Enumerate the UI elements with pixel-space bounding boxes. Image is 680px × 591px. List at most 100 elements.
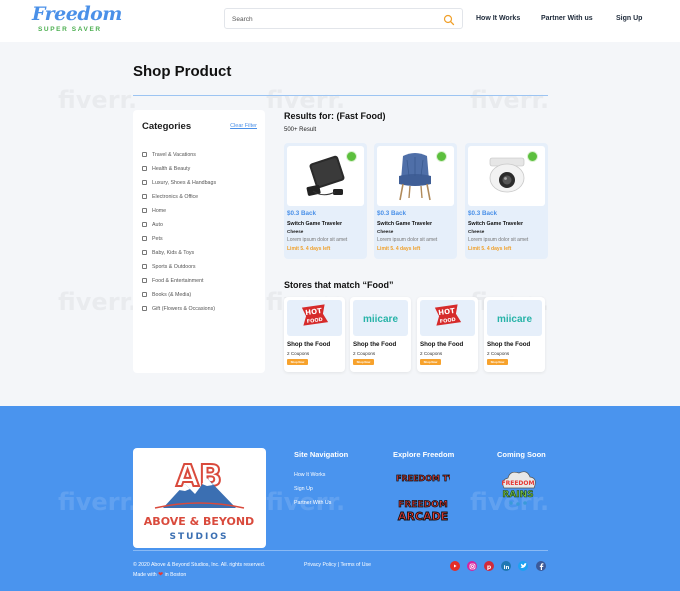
category-checkbox[interactable]	[142, 222, 147, 228]
store-logo-text: miicare	[363, 314, 398, 325]
footer-link-partner[interactable]: Partner With Us	[294, 500, 331, 506]
coming-soon-title: Coming Soon	[497, 450, 546, 459]
pinterest-icon[interactable]: p	[484, 561, 494, 571]
miicare-logo: miicare	[487, 300, 542, 336]
category-item[interactable]: Health & Beauty	[142, 160, 191, 172]
product-card[interactable]: $0.3 Back Switch Game Traveler Cheese Lo…	[465, 143, 548, 259]
search-icon[interactable]	[443, 13, 455, 26]
product-subtitle: Cheese	[287, 229, 304, 234]
category-item[interactable]: Gift (Flowers & Occasions)	[142, 300, 215, 312]
shop-now-button[interactable]: Shop Now	[487, 359, 508, 365]
category-label: Health & Beauty	[152, 165, 191, 172]
store-card[interactable]: miicare Shop the Food 2 Coupons Shop Now	[484, 297, 545, 372]
cashback-badge-icon	[436, 151, 447, 162]
watermark: fiverr.	[58, 86, 137, 114]
shop-now-button[interactable]: Shop Now	[353, 359, 374, 365]
store-card[interactable]: HOT FOOD Shop the Food 2 Coupons Shop No…	[284, 297, 345, 372]
category-label: Auto	[152, 221, 163, 228]
category-checkbox[interactable]	[142, 236, 147, 242]
store-name: Shop the Food	[487, 341, 531, 348]
category-label: Books (& Media)	[152, 291, 192, 298]
watermark: fiverr.	[266, 86, 345, 114]
nav-how-it-works[interactable]: How It Works	[476, 15, 520, 22]
category-checkbox[interactable]	[142, 180, 147, 186]
shop-now-button[interactable]: Shop Now	[287, 359, 308, 365]
category-item[interactable]: Books (& Media)	[142, 286, 192, 298]
search-input[interactable]	[232, 14, 432, 24]
category-item[interactable]: Food & Entertainment	[142, 272, 204, 284]
store-coupons: 2 Coupons	[420, 351, 443, 356]
product-card[interactable]: $0.3 Back Switch Game Traveler Cheese Lo…	[284, 143, 367, 259]
youtube-icon[interactable]	[450, 561, 460, 571]
privacy-policy-link[interactable]: Privacy Policy	[304, 562, 336, 568]
product-limit: Limit 5. 4 days left	[468, 246, 512, 252]
category-item[interactable]: Auto	[142, 216, 163, 228]
twitter-icon[interactable]	[518, 561, 528, 571]
category-item[interactable]: Pets	[142, 230, 163, 242]
product-cashback: $0.3 Back	[377, 210, 407, 217]
category-checkbox[interactable]	[142, 250, 147, 256]
store-name: Shop the Food	[287, 341, 331, 348]
explore-freedom-title: Explore Freedom	[393, 450, 455, 459]
product-subtitle: Cheese	[377, 229, 394, 234]
category-checkbox[interactable]	[142, 278, 147, 284]
terms-of-use-link[interactable]: Terms of Use	[340, 562, 371, 568]
categories-title: Categories	[142, 121, 192, 132]
watermark: fiverr.	[58, 488, 138, 516]
category-label: Home	[152, 207, 167, 214]
clear-filter-link[interactable]: Clear Filter	[230, 123, 257, 129]
facebook-icon[interactable]	[536, 561, 546, 571]
category-checkbox[interactable]	[142, 194, 147, 200]
category-item[interactable]: Electronics & Office	[142, 188, 198, 200]
store-card[interactable]: miicare Shop the Food 2 Coupons Shop Now	[350, 297, 411, 372]
nav-partner-with-us[interactable]: Partner With us	[541, 15, 593, 22]
product-description: Lorem ipsum dolor sit amet	[468, 237, 529, 243]
brand-line-2: STUDIOS	[170, 532, 229, 542]
brand-line-1: ABOVE & BEYOND	[144, 515, 254, 528]
category-item[interactable]: Travel & Vacations	[142, 146, 196, 158]
watermark: fiverr.	[58, 288, 137, 316]
search-box	[224, 8, 463, 29]
stores-title: Stores that match “Food”	[284, 280, 394, 290]
product-cashback: $0.3 Back	[468, 210, 498, 217]
linkedin-icon[interactable]: in	[501, 561, 511, 571]
freedom-arcade-logo[interactable]: FREEDOM ARCADE	[394, 496, 452, 529]
category-item[interactable]: Home	[142, 202, 167, 214]
category-checkbox[interactable]	[142, 152, 147, 158]
footer-divider	[133, 550, 548, 551]
footer-link-sign-up[interactable]: Sign Up	[294, 486, 313, 492]
category-label: Sports & Outdoors	[152, 263, 196, 270]
category-checkbox[interactable]	[142, 264, 147, 270]
category-checkbox[interactable]	[142, 292, 147, 298]
page-title: Shop Product	[133, 63, 232, 80]
product-name: Switch Game Traveler	[468, 221, 524, 227]
nav-sign-up[interactable]: Sign Up	[616, 15, 642, 22]
product-name: Switch Game Traveler	[377, 221, 433, 227]
logo-subtitle: SUPER SAVER	[38, 26, 102, 33]
made-with-text: Made with ❤ in Boston	[133, 571, 186, 578]
category-checkbox[interactable]	[142, 208, 147, 214]
category-item[interactable]: Sports & Outdoors	[142, 258, 196, 270]
freedom-tv-text: FREEDOM TV	[396, 474, 450, 483]
freedom-logo[interactable]: Freedom SUPER SAVER	[32, 5, 122, 34]
category-label: Luxury, Shoes & Handbags	[152, 179, 217, 186]
product-image	[377, 146, 454, 206]
cashback-badge-icon	[527, 151, 538, 162]
copyright-text: © 2020 Above & Beyond Studios, Inc. All.…	[133, 562, 266, 568]
shop-now-button[interactable]: Shop Now	[420, 359, 441, 365]
instagram-icon[interactable]	[467, 561, 477, 571]
freedom-tv-logo[interactable]: FREEDOM TV	[394, 470, 456, 489]
category-item[interactable]: Baby, Kids & Toys	[142, 244, 194, 256]
watermark: fiverr.	[470, 86, 549, 114]
category-item[interactable]: Luxury, Shoes & Handbags	[142, 174, 217, 186]
footer-link-how-it-works[interactable]: How It Works	[294, 472, 325, 478]
freedom-rains-logo[interactable]: FREEDOM RAINS	[496, 468, 540, 513]
category-checkbox[interactable]	[142, 166, 147, 172]
above-beyond-logo[interactable]: AB ABOVE & BEYOND STUDIOS	[133, 448, 266, 548]
top-header: Freedom SUPER SAVER How It Works Partner…	[0, 0, 680, 42]
product-card[interactable]: $0.3 Back Switch Game Traveler Cheese Lo…	[374, 143, 457, 259]
category-checkbox[interactable]	[142, 306, 147, 312]
made-with-prefix: Made with	[133, 572, 157, 578]
store-card[interactable]: HOT FOOD Shop the Food 2 Coupons Shop No…	[417, 297, 478, 372]
legal-separator: |	[337, 562, 340, 568]
